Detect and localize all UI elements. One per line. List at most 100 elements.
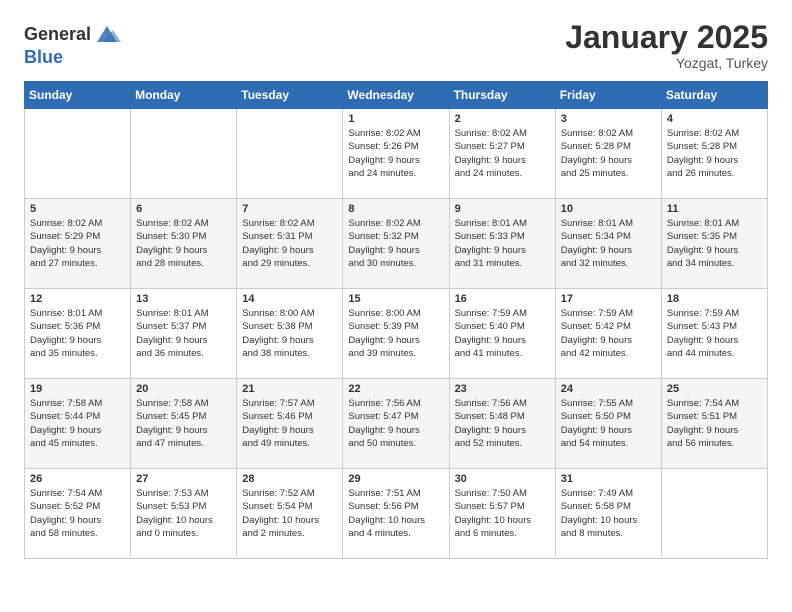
day-info: Sunrise: 7:53 AM Sunset: 5:53 PM Dayligh… (136, 487, 231, 540)
calendar-week-0: 1 Sunrise: 8:02 AM Sunset: 5:26 PM Daylig… (25, 109, 768, 199)
calendar-cell: 3 Sunrise: 8:02 AM Sunset: 5:28 PM Daylig… (555, 109, 661, 199)
day-info: Sunrise: 8:02 AM Sunset: 5:27 PM Dayligh… (455, 127, 550, 180)
day-number: 30 (455, 473, 550, 485)
day-number: 25 (667, 383, 762, 395)
calendar-cell: 29 Sunrise: 7:51 AM Sunset: 5:56 PM Dayli… (343, 469, 449, 559)
day-info: Sunrise: 7:59 AM Sunset: 5:43 PM Dayligh… (667, 307, 762, 360)
day-number: 28 (242, 473, 337, 485)
calendar-cell: 28 Sunrise: 7:52 AM Sunset: 5:54 PM Dayli… (237, 469, 343, 559)
day-number: 1 (348, 113, 443, 125)
calendar-cell: 18 Sunrise: 7:59 AM Sunset: 5:43 PM Dayli… (661, 289, 767, 379)
calendar-cell: 30 Sunrise: 7:50 AM Sunset: 5:57 PM Dayli… (449, 469, 555, 559)
calendar-cell: 1 Sunrise: 8:02 AM Sunset: 5:26 PM Daylig… (343, 109, 449, 199)
day-number: 10 (561, 203, 656, 215)
day-number: 4 (667, 113, 762, 125)
day-info: Sunrise: 7:57 AM Sunset: 5:46 PM Dayligh… (242, 397, 337, 450)
calendar-cell (131, 109, 237, 199)
day-info: Sunrise: 7:55 AM Sunset: 5:50 PM Dayligh… (561, 397, 656, 450)
day-number: 29 (348, 473, 443, 485)
day-info: Sunrise: 7:54 AM Sunset: 5:51 PM Dayligh… (667, 397, 762, 450)
calendar-week-1: 5Sunrise: 8:02 AM Sunset: 5:29 PM Daylig… (25, 199, 768, 289)
header-saturday: Saturday (661, 82, 767, 109)
logo-blue: Blue (24, 47, 63, 67)
day-info: Sunrise: 7:58 AM Sunset: 5:45 PM Dayligh… (136, 397, 231, 450)
calendar-cell: 2Sunrise: 8:02 AM Sunset: 5:27 PM Daylig… (449, 109, 555, 199)
calendar-cell: 20 Sunrise: 7:58 AM Sunset: 5:45 PM Dayli… (131, 379, 237, 469)
calendar-cell: 8 Sunrise: 8:02 AM Sunset: 5:32 PM Daylig… (343, 199, 449, 289)
calendar-cell (237, 109, 343, 199)
calendar-cell: 21 Sunrise: 7:57 AM Sunset: 5:46 PM Dayli… (237, 379, 343, 469)
title-area: January 2025 Yozgat, Turkey (565, 20, 768, 71)
day-info: Sunrise: 7:51 AM Sunset: 5:56 PM Dayligh… (348, 487, 443, 540)
calendar-cell: 17 Sunrise: 7:59 AM Sunset: 5:42 PM Dayli… (555, 289, 661, 379)
day-number: 20 (136, 383, 231, 395)
calendar-cell (25, 109, 131, 199)
day-number: 5 (30, 203, 125, 215)
day-number: 3 (561, 113, 656, 125)
day-info: Sunrise: 8:02 AM Sunset: 5:28 PM Dayligh… (561, 127, 656, 180)
calendar-cell: 13Sunrise: 8:01 AM Sunset: 5:37 PM Dayli… (131, 289, 237, 379)
day-info: Sunrise: 8:01 AM Sunset: 5:37 PM Dayligh… (136, 307, 231, 360)
day-number: 11 (667, 203, 762, 215)
day-number: 24 (561, 383, 656, 395)
day-number: 8 (348, 203, 443, 215)
location: Yozgat, Turkey (565, 55, 768, 71)
calendar-cell: 4Sunrise: 8:02 AM Sunset: 5:28 PM Daylig… (661, 109, 767, 199)
calendar-cell: 11 Sunrise: 8:01 AM Sunset: 5:35 PM Dayli… (661, 199, 767, 289)
day-info: Sunrise: 8:01 AM Sunset: 5:35 PM Dayligh… (667, 217, 762, 270)
day-info: Sunrise: 7:52 AM Sunset: 5:54 PM Dayligh… (242, 487, 337, 540)
calendar-cell: 23 Sunrise: 7:56 AM Sunset: 5:48 PM Dayli… (449, 379, 555, 469)
header-tuesday: Tuesday (237, 82, 343, 109)
day-info: Sunrise: 7:49 AM Sunset: 5:58 PM Dayligh… (561, 487, 656, 540)
header-monday: Monday (131, 82, 237, 109)
day-info: Sunrise: 7:59 AM Sunset: 5:40 PM Dayligh… (455, 307, 550, 360)
calendar-cell: 10 Sunrise: 8:01 AM Sunset: 5:34 PM Dayli… (555, 199, 661, 289)
calendar-cell: 7 Sunrise: 8:02 AM Sunset: 5:31 PM Daylig… (237, 199, 343, 289)
page-header: General Blue January 2025 Yozgat, Turkey (24, 20, 768, 71)
day-info: Sunrise: 8:02 AM Sunset: 5:31 PM Dayligh… (242, 217, 337, 270)
header-sunday: Sunday (25, 82, 131, 109)
calendar-week-2: 12 Sunrise: 8:01 AM Sunset: 5:36 PM Dayli… (25, 289, 768, 379)
day-number: 31 (561, 473, 656, 485)
month-title: January 2025 (565, 20, 768, 55)
calendar-week-3: 19Sunrise: 7:58 AM Sunset: 5:44 PM Dayli… (25, 379, 768, 469)
calendar-table: Sunday Monday Tuesday Wednesday Thursday… (24, 81, 768, 559)
day-number: 23 (455, 383, 550, 395)
calendar-cell: 16Sunrise: 7:59 AM Sunset: 5:40 PM Dayli… (449, 289, 555, 379)
calendar-cell: 27 Sunrise: 7:53 AM Sunset: 5:53 PM Dayli… (131, 469, 237, 559)
day-info: Sunrise: 8:02 AM Sunset: 5:30 PM Dayligh… (136, 217, 231, 270)
day-info: Sunrise: 7:54 AM Sunset: 5:52 PM Dayligh… (30, 487, 125, 540)
day-info: Sunrise: 7:56 AM Sunset: 5:48 PM Dayligh… (455, 397, 550, 450)
day-number: 17 (561, 293, 656, 305)
calendar-cell: 26 Sunrise: 7:54 AM Sunset: 5:52 PM Dayli… (25, 469, 131, 559)
day-info: Sunrise: 8:01 AM Sunset: 5:36 PM Dayligh… (30, 307, 125, 360)
day-info: Sunrise: 8:01 AM Sunset: 5:33 PM Dayligh… (455, 217, 550, 270)
calendar-cell: 12 Sunrise: 8:01 AM Sunset: 5:36 PM Dayli… (25, 289, 131, 379)
calendar-cell: 9 Sunrise: 8:01 AM Sunset: 5:33 PM Daylig… (449, 199, 555, 289)
day-info: Sunrise: 8:01 AM Sunset: 5:34 PM Dayligh… (561, 217, 656, 270)
day-number: 7 (242, 203, 337, 215)
day-number: 21 (242, 383, 337, 395)
day-number: 19 (30, 383, 125, 395)
calendar-body: 1 Sunrise: 8:02 AM Sunset: 5:26 PM Daylig… (25, 109, 768, 559)
day-info: Sunrise: 7:56 AM Sunset: 5:47 PM Dayligh… (348, 397, 443, 450)
day-number: 22 (348, 383, 443, 395)
calendar-cell: 22 Sunrise: 7:56 AM Sunset: 5:47 PM Dayli… (343, 379, 449, 469)
day-info: Sunrise: 8:02 AM Sunset: 5:32 PM Dayligh… (348, 217, 443, 270)
day-number: 27 (136, 473, 231, 485)
day-info: Sunrise: 8:00 AM Sunset: 5:38 PM Dayligh… (242, 307, 337, 360)
day-number: 12 (30, 293, 125, 305)
calendar-cell: 15Sunrise: 8:00 AM Sunset: 5:39 PM Dayli… (343, 289, 449, 379)
logo-general: General (24, 25, 91, 43)
day-info: Sunrise: 7:50 AM Sunset: 5:57 PM Dayligh… (455, 487, 550, 540)
day-number: 18 (667, 293, 762, 305)
day-info: Sunrise: 7:59 AM Sunset: 5:42 PM Dayligh… (561, 307, 656, 360)
logo: General Blue (24, 20, 121, 68)
day-number: 9 (455, 203, 550, 215)
day-info: Sunrise: 8:02 AM Sunset: 5:26 PM Dayligh… (348, 127, 443, 180)
calendar-cell: 6Sunrise: 8:02 AM Sunset: 5:30 PM Daylig… (131, 199, 237, 289)
calendar-cell: 5Sunrise: 8:02 AM Sunset: 5:29 PM Daylig… (25, 199, 131, 289)
calendar-cell: 14Sunrise: 8:00 AM Sunset: 5:38 PM Dayli… (237, 289, 343, 379)
calendar-cell: 24 Sunrise: 7:55 AM Sunset: 5:50 PM Dayli… (555, 379, 661, 469)
day-number: 26 (30, 473, 125, 485)
